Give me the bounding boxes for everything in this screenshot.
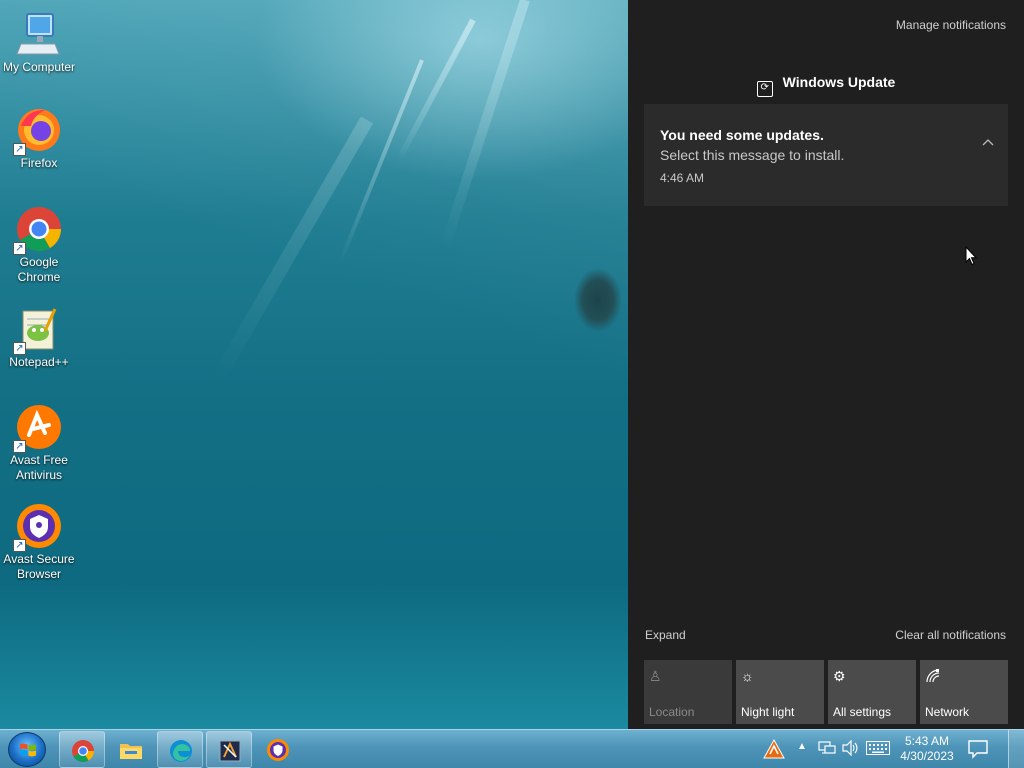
gear-icon: ⚙ xyxy=(833,668,846,684)
windows-logo-icon xyxy=(20,743,36,757)
quick-action-night-light[interactable]: ☼ Night light xyxy=(736,660,824,724)
light-ray xyxy=(210,116,374,384)
quick-action-label: Night light xyxy=(741,705,795,719)
quick-action-label: All settings xyxy=(833,705,892,719)
avast-browser-icon xyxy=(267,739,289,761)
keyboard-icon[interactable] xyxy=(866,741,890,758)
desktop-icon-label: Google Chrome xyxy=(17,255,61,284)
quick-action-label: Network xyxy=(925,705,970,719)
taskbar-chrome[interactable] xyxy=(59,731,105,768)
notification-body: Select this message to install. xyxy=(660,147,845,163)
desktop-icon-notepadpp[interactable]: ↗ Notepad++ xyxy=(0,305,78,370)
expand-button[interactable]: Expand xyxy=(645,628,686,642)
edge-icon xyxy=(170,740,192,762)
app-icon xyxy=(219,740,241,762)
action-center-panel: Manage notifications ⟳ Windows Update You… xyxy=(628,0,1024,729)
shortcut-arrow-icon: ↗ xyxy=(13,539,26,552)
chevron-up-icon[interactable] xyxy=(982,136,994,148)
chevron-up-icon[interactable]: ▲ xyxy=(797,741,807,752)
action-center-button[interactable] xyxy=(966,738,990,760)
taskbar-avast-browser[interactable] xyxy=(255,731,301,768)
desktop-icon-avast-antivirus[interactable]: ↗ Avast Free Antivirus xyxy=(0,403,78,483)
avast-browser-icon: ↗ xyxy=(13,502,63,552)
taskbar: ▲ 5:43 AM 4/30/2023 xyxy=(0,729,1024,768)
clear-all-notifications-button[interactable]: Clear all notifications xyxy=(895,628,1006,642)
desktop-icon-label: Avast Free Antivirus xyxy=(10,453,68,482)
avast-antivirus-icon: ↗ xyxy=(13,403,63,453)
windows-update-icon: ⟳ xyxy=(756,81,773,97)
quick-action-network[interactable]: Network xyxy=(920,660,1008,724)
taskbar-edge[interactable] xyxy=(157,731,203,768)
update-notification-card[interactable]: You need some updates. Select this messa… xyxy=(644,104,1008,206)
taskbar-clock[interactable]: 5:43 AM 4/30/2023 xyxy=(895,734,959,764)
notification-group-header: ⟳ Windows Update xyxy=(628,74,1024,97)
desktop-icon-my-computer[interactable]: My Computer xyxy=(0,10,78,75)
desktop-icon-avast-browser[interactable]: ↗ Avast Secure Browser xyxy=(0,502,78,582)
network-icon xyxy=(925,668,941,687)
chrome-icon xyxy=(72,740,94,762)
shortcut-arrow-icon: ↗ xyxy=(13,440,26,453)
desktop-icon-google-chrome[interactable]: ↗ Google Chrome xyxy=(0,205,78,285)
light-ray xyxy=(439,0,530,249)
quick-action-all-settings[interactable]: ⚙ All settings xyxy=(828,660,916,724)
desktop-icon-label: Notepad++ xyxy=(9,355,69,369)
notepadpp-icon: ↗ xyxy=(13,305,63,355)
manage-notifications-link[interactable]: Manage notifications xyxy=(896,18,1006,32)
file-explorer-icon xyxy=(120,744,142,759)
desktop-icon-label: My Computer xyxy=(2,60,76,74)
night-light-icon: ☼ xyxy=(741,668,754,684)
swimmer-silhouette xyxy=(548,240,628,360)
taskbar-app[interactable] xyxy=(206,731,252,768)
notification-title: You need some updates. xyxy=(660,127,824,143)
network-icon[interactable] xyxy=(818,740,836,759)
desktop-icon-label: Firefox xyxy=(20,156,58,170)
firefox-icon: ↗ xyxy=(13,106,63,156)
notification-group-title: Windows Update xyxy=(782,74,896,90)
desktop-icon-label: Avast Secure Browser xyxy=(3,552,75,581)
shortcut-arrow-icon: ↗ xyxy=(13,342,26,355)
quick-action-location[interactable]: ♙ Location xyxy=(644,660,732,724)
show-desktop-button[interactable] xyxy=(1008,730,1024,768)
avast-tray-icon[interactable] xyxy=(763,738,785,763)
desktop-background: My Computer ↗ Firefox ↗ Google Chrome ↗ … xyxy=(0,0,628,729)
mouse-cursor-icon xyxy=(965,246,977,266)
clock-date: 4/30/2023 xyxy=(900,749,954,763)
quick-action-label: Location xyxy=(649,705,695,719)
start-button[interactable] xyxy=(8,732,46,767)
shortcut-arrow-icon: ↗ xyxy=(13,143,26,156)
location-icon: ♙ xyxy=(649,668,662,684)
notification-time: 4:46 AM xyxy=(660,171,705,185)
computer-icon xyxy=(15,10,63,58)
chrome-icon: ↗ xyxy=(13,205,63,255)
taskbar-file-explorer[interactable] xyxy=(108,731,154,768)
clock-time: 5:43 AM xyxy=(904,734,950,748)
desktop-icon-firefox[interactable]: ↗ Firefox xyxy=(0,106,78,171)
shortcut-arrow-icon: ↗ xyxy=(13,242,26,255)
volume-icon[interactable] xyxy=(842,739,860,759)
